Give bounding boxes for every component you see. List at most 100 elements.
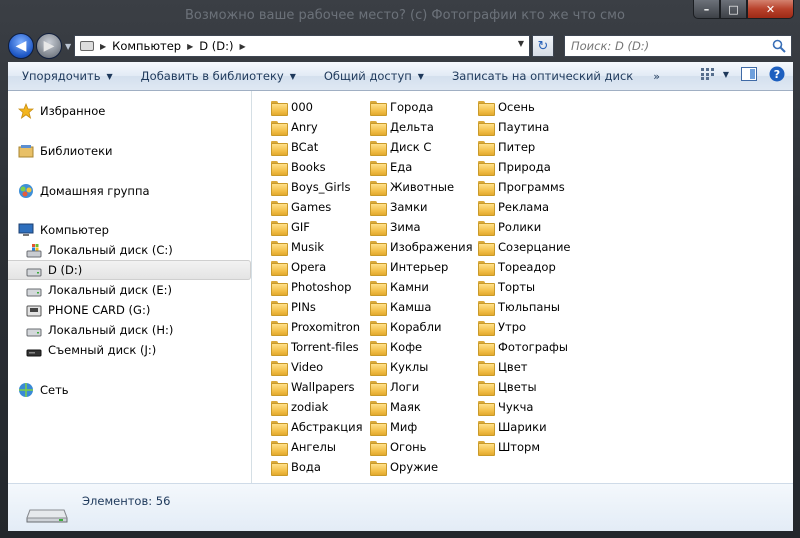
folder-item[interactable]: Еда — [370, 157, 473, 177]
folder-item[interactable]: Цветы — [478, 377, 571, 397]
folder-item[interactable]: Паутина — [478, 117, 571, 137]
folder-item[interactable]: Wallpapers — [271, 377, 363, 397]
folder-item[interactable]: Маяк — [370, 397, 473, 417]
folder-item[interactable]: GIF — [271, 217, 363, 237]
more-commands-button[interactable]: » — [647, 70, 666, 83]
nav-computer[interactable]: Компьютер — [18, 220, 109, 240]
folder-item[interactable]: Video — [271, 357, 363, 377]
folder-item[interactable]: Цвет — [478, 357, 571, 377]
folder-item[interactable]: Огонь — [370, 437, 473, 457]
folder-item[interactable]: Games — [271, 197, 363, 217]
chevron-right-icon[interactable]: ▶ — [100, 42, 106, 51]
folder-item[interactable]: Photoshop — [271, 277, 363, 297]
folder-item[interactable]: Дельта — [370, 117, 473, 137]
chevron-right-icon[interactable]: ▶ — [239, 42, 245, 51]
folder-name: Еда — [390, 160, 413, 174]
folder-item[interactable]: Proxomitron — [271, 317, 363, 337]
folder-item[interactable]: Зима — [370, 217, 473, 237]
folder-item[interactable]: Программs — [478, 177, 571, 197]
folder-item[interactable]: BCat — [271, 137, 363, 157]
forward-button[interactable]: ▶ — [36, 33, 62, 59]
folder-item[interactable]: Boys_Girls — [271, 177, 363, 197]
organize-button[interactable]: Упорядочить ▼ — [8, 62, 127, 90]
folder-item[interactable]: Шторм — [478, 437, 571, 457]
maximize-button[interactable]: □ — [720, 0, 747, 19]
folder-item[interactable]: Миф — [370, 417, 473, 437]
share-button[interactable]: Общий доступ ▼ — [310, 62, 438, 90]
folder-item[interactable]: Осень — [478, 97, 571, 117]
refresh-button[interactable]: ↻ — [532, 35, 554, 57]
folder-item[interactable]: Питер — [478, 137, 571, 157]
folder-item[interactable]: Шарики — [478, 417, 571, 437]
help-icon[interactable]: ? — [769, 66, 785, 82]
nav-drive-h[interactable]: Локальный диск (H:) — [26, 320, 173, 340]
arrow-right-icon: ▶ — [43, 38, 55, 54]
minimize-button[interactable]: – — [693, 0, 720, 19]
folder-item[interactable]: Фотографы — [478, 337, 571, 357]
breadcrumb-drive-d[interactable]: D (D:) — [199, 39, 233, 53]
view-dropdown-icon[interactable]: ▼ — [723, 70, 729, 79]
folder-name: Books — [291, 160, 326, 174]
chevron-right-icon[interactable]: ▶ — [187, 42, 193, 51]
folder-icon — [271, 320, 288, 336]
address-bar[interactable]: ▶ Компьютер ▶ D (D:) ▶ ▼ — [74, 35, 530, 57]
folder-item[interactable]: Животные — [370, 177, 473, 197]
folder-item[interactable]: Anry — [271, 117, 363, 137]
folder-item[interactable]: Камни — [370, 277, 473, 297]
navigation-pane[interactable]: Избранное Библиотеки Домашняя группа Ком… — [8, 91, 252, 483]
folder-item[interactable]: Корабли — [370, 317, 473, 337]
nav-drive-j[interactable]: Съемный диск (J:) — [26, 340, 156, 360]
folder-item[interactable]: Ангелы — [271, 437, 363, 457]
nav-favorites[interactable]: Избранное — [18, 101, 105, 121]
nav-libraries[interactable]: Библиотеки — [18, 141, 113, 161]
folder-item[interactable]: Диск С — [370, 137, 473, 157]
close-button[interactable]: ✕ — [747, 0, 794, 19]
folder-item[interactable]: zodiak — [271, 397, 363, 417]
folder-item[interactable]: Оружие — [370, 457, 473, 477]
add-to-library-button[interactable]: Добавить в библиотеку ▼ — [127, 62, 310, 90]
folder-item[interactable]: Opera — [271, 257, 363, 277]
recent-pages-dropdown[interactable]: ▼ — [65, 42, 71, 51]
folder-item[interactable]: Торты — [478, 277, 571, 297]
folder-item[interactable]: Torrent-files — [271, 337, 363, 357]
search-input[interactable] — [571, 39, 761, 53]
nav-drive-c[interactable]: Локальный диск (C:) — [26, 240, 173, 260]
nav-network[interactable]: Сеть — [18, 380, 69, 400]
folder-item[interactable]: Books — [271, 157, 363, 177]
folder-item[interactable]: Тореадор — [478, 257, 571, 277]
file-list[interactable]: 000 Anry BCat Books Boys_Girls Games GIF Musik O… — [253, 91, 793, 483]
folder-item[interactable]: Камша — [370, 297, 473, 317]
search-box[interactable] — [564, 35, 792, 57]
folder-item[interactable]: Логи — [370, 377, 473, 397]
nav-drive-g[interactable]: PHONE CARD (G:) — [26, 300, 150, 320]
folder-item[interactable]: Вода — [271, 457, 363, 477]
folder-item[interactable]: Замки — [370, 197, 473, 217]
folder-name: Wallpapers — [291, 380, 355, 394]
folder-item[interactable]: Природа — [478, 157, 571, 177]
folder-item[interactable]: 000 — [271, 97, 363, 117]
folder-item[interactable]: Ролики — [478, 217, 571, 237]
search-icon[interactable] — [772, 39, 786, 53]
back-button[interactable]: ◀ — [8, 33, 34, 59]
folder-item[interactable]: Куклы — [370, 357, 473, 377]
folder-item[interactable]: Musik — [271, 237, 363, 257]
folder-item[interactable]: Абстракция — [271, 417, 363, 437]
folder-item[interactable]: Кофе — [370, 337, 473, 357]
burn-button[interactable]: Записать на оптический диск — [438, 62, 647, 90]
folder-item[interactable]: Изображения — [370, 237, 473, 257]
folder-item[interactable]: Чукча — [478, 397, 571, 417]
folder-item[interactable]: Города — [370, 97, 473, 117]
folder-item[interactable]: Тюльпаны — [478, 297, 571, 317]
folder-item[interactable]: Реклама — [478, 197, 571, 217]
preview-pane-icon[interactable] — [741, 67, 757, 81]
folder-item[interactable]: Интерьер — [370, 257, 473, 277]
nav-homegroup[interactable]: Домашняя группа — [18, 181, 150, 201]
view-options-icon[interactable] — [700, 68, 717, 80]
nav-drive-d[interactable]: D (D:) — [8, 260, 251, 280]
nav-drive-e[interactable]: Локальный диск (E:) — [26, 280, 172, 300]
folder-item[interactable]: Созерцание — [478, 237, 571, 257]
folder-item[interactable]: Утро — [478, 317, 571, 337]
address-history-dropdown[interactable]: ▼ — [518, 39, 524, 48]
breadcrumb-computer[interactable]: Компьютер — [112, 39, 181, 53]
folder-item[interactable]: PINs — [271, 297, 363, 317]
